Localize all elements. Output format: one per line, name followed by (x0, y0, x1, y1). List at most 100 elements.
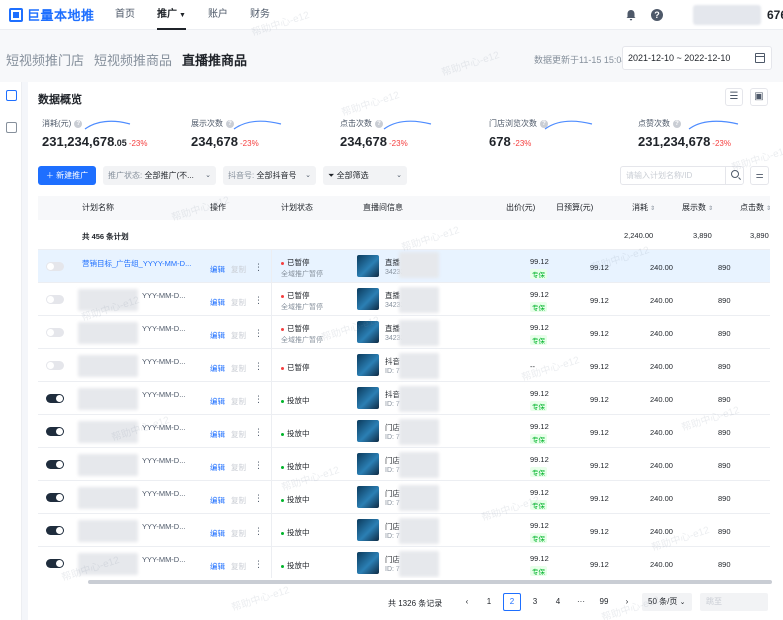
folder-icon[interactable] (6, 122, 17, 133)
column-settings-icon[interactable]: ⚌ (750, 166, 769, 185)
search-icon[interactable] (725, 166, 744, 185)
live-room-thumbnail[interactable] (357, 519, 379, 541)
edit-link[interactable]: 编辑 (210, 429, 225, 440)
more-icon[interactable]: ⋮ (254, 493, 263, 504)
page-jump-input[interactable]: 跳至 (700, 593, 768, 611)
all-filters-button[interactable]: ⏷ 全部筛选 ⌄ (323, 166, 407, 185)
table-row[interactable]: YYY-MM-D... 编辑 复制 ⋮ 投放中 抖音 ID: 7 99.12 专保 99.12 24… (38, 382, 770, 415)
info-icon[interactable]: ? (673, 119, 681, 128)
col-cost[interactable]: 消耗 ⇕ (632, 196, 655, 220)
plan-name[interactable]: 营销目标_广告组_YYYY-MM-D... (82, 258, 191, 269)
edit-link[interactable]: 编辑 (210, 363, 225, 374)
col-clicks[interactable]: 点击数 ⇕ (740, 196, 770, 220)
plan-name[interactable]: YYY-MM-D... (142, 390, 185, 399)
plan-name[interactable]: YYY-MM-D... (142, 456, 185, 465)
more-icon[interactable]: ⋮ (254, 295, 263, 306)
nav-home[interactable]: 首页 (115, 0, 135, 30)
info-icon[interactable]: ? (74, 119, 83, 128)
col-impressions[interactable]: 展示数 ⇕ (682, 196, 713, 220)
edit-link[interactable]: 编辑 (210, 396, 225, 407)
edit-link[interactable]: 编辑 (210, 330, 225, 341)
plan-name[interactable]: YYY-MM-D... (142, 423, 185, 432)
plan-toggle-switch[interactable] (46, 493, 64, 502)
account-select[interactable]: 抖音号: 全部抖音号 ⌄ (223, 166, 316, 185)
live-room-thumbnail[interactable] (357, 486, 379, 508)
live-room-thumbnail[interactable] (357, 288, 379, 310)
tab-short-video-product[interactable]: 短视频推商品 (94, 50, 172, 69)
edit-link[interactable]: 编辑 (210, 528, 225, 539)
page-3-button[interactable]: 3 (526, 593, 544, 611)
page-4-button[interactable]: 4 (549, 593, 567, 611)
copy-link[interactable]: 复制 (231, 528, 246, 539)
page-size-select[interactable]: 50 条/页 ⌄ (642, 593, 692, 611)
page-2-button[interactable]: 2 (503, 593, 521, 611)
next-page-button[interactable]: › (618, 593, 636, 611)
nav-finance[interactable]: 财务 (250, 0, 270, 30)
page-1-button[interactable]: 1 (480, 593, 498, 611)
table-row[interactable]: 营销目标_广告组_YYYY-MM-D... 编辑 复制 ⋮ 已暂停 全域推广暂停 直播 342… (38, 250, 770, 283)
plan-name[interactable]: YYY-MM-D... (142, 489, 185, 498)
page-99-button[interactable]: 99 (595, 593, 613, 611)
plan-toggle-switch[interactable] (46, 328, 64, 337)
plan-toggle-switch[interactable] (46, 526, 64, 535)
plan-toggle-switch[interactable] (46, 361, 64, 370)
more-icon[interactable]: ⋮ (254, 460, 263, 471)
plan-toggle-switch[interactable] (46, 262, 64, 271)
table-row[interactable]: YYY-MM-D... 编辑 复制 ⋮ 投放中 门店 ID: 7 99.12 专保 99.12 24… (38, 481, 770, 514)
copy-link[interactable]: 复制 (231, 396, 246, 407)
calendar-check-icon[interactable] (6, 90, 17, 101)
more-icon[interactable]: ⋮ (254, 328, 263, 339)
plan-toggle-switch[interactable] (46, 427, 64, 436)
more-icon[interactable]: ⋮ (254, 559, 263, 570)
nav-account[interactable]: 账户 (208, 0, 228, 30)
live-room-thumbnail[interactable] (357, 453, 379, 475)
user-account-number[interactable]: 676 (767, 8, 783, 22)
plan-name[interactable]: YYY-MM-D... (142, 522, 185, 531)
edit-link[interactable]: 编辑 (210, 297, 225, 308)
copy-link[interactable]: 复制 (231, 429, 246, 440)
table-row[interactable]: YYY-MM-D... 编辑 复制 ⋮ 已暂停 全域推广暂停 直播 34232 99.12 专保 9… (38, 283, 770, 316)
download-icon[interactable]: ▣ (750, 88, 768, 106)
table-row[interactable]: YYY-MM-D... 编辑 复制 ⋮ 投放中 门店 ID: 7 99.12 专保 99.12 24… (38, 547, 770, 578)
help-icon[interactable]: ? (650, 9, 663, 21)
copy-link[interactable]: 复制 (231, 330, 246, 341)
edit-link[interactable]: 编辑 (210, 495, 225, 506)
copy-link[interactable]: 复制 (231, 495, 246, 506)
plan-toggle-switch[interactable] (46, 559, 64, 568)
plan-toggle-switch[interactable] (46, 460, 64, 469)
new-promotion-button[interactable]: ＋ 新建推广 (38, 166, 96, 185)
plan-toggle-switch[interactable] (46, 295, 64, 304)
live-room-thumbnail[interactable] (357, 552, 379, 574)
edit-link[interactable]: 编辑 (210, 462, 225, 473)
status-select[interactable]: 推广状态: 全部推广(不... ⌄ (103, 166, 216, 185)
info-icon[interactable]: ? (375, 119, 383, 128)
copy-link[interactable]: 复制 (231, 561, 246, 572)
table-row[interactable]: YYY-MM-D... 编辑 复制 ⋮ 投放中 门店 ID: 7 99.12 专保 99.12 24… (38, 514, 770, 547)
live-room-thumbnail[interactable] (357, 354, 379, 376)
live-room-thumbnail[interactable] (357, 255, 379, 277)
copy-link[interactable]: 复制 (231, 462, 246, 473)
plan-toggle-switch[interactable] (46, 394, 64, 403)
live-room-thumbnail[interactable] (357, 387, 379, 409)
horizontal-scrollbar[interactable] (88, 580, 772, 584)
copy-link[interactable]: 复制 (231, 264, 246, 275)
filter-settings-icon[interactable]: ☰ (725, 88, 743, 106)
plan-name[interactable]: YYY-MM-D... (142, 324, 185, 333)
nav-promote[interactable]: 推广 ▼ (157, 0, 186, 30)
page-ellipsis[interactable]: ··· (572, 593, 590, 611)
tab-short-video-store[interactable]: 短视频推门店 (6, 50, 84, 69)
avatar[interactable] (692, 5, 761, 25)
search-input[interactable]: 请输入计划名称/ID (620, 166, 744, 185)
live-room-thumbnail[interactable] (357, 321, 379, 343)
table-row[interactable]: YYY-MM-D... 编辑 复制 ⋮ 已暂停 全域推广暂停 直播 34232 99.12 专保 9… (38, 316, 770, 349)
more-icon[interactable]: ⋮ (254, 394, 263, 405)
live-room-thumbnail[interactable] (357, 420, 379, 442)
copy-link[interactable]: 复制 (231, 297, 246, 308)
edit-link[interactable]: 编辑 (210, 561, 225, 572)
bell-icon[interactable] (625, 9, 637, 21)
plan-name[interactable]: YYY-MM-D... (142, 357, 185, 366)
date-range-picker[interactable]: 2021-12-10 ~ 2022-12-10 (622, 46, 772, 70)
prev-page-button[interactable]: ‹ (458, 593, 476, 611)
table-row[interactable]: YYY-MM-D... 编辑 复制 ⋮ 已暂停 抖音 ID: 7 -- 99.12 240.00 8… (38, 349, 770, 382)
tab-live-product[interactable]: 直播推商品 (182, 50, 247, 69)
